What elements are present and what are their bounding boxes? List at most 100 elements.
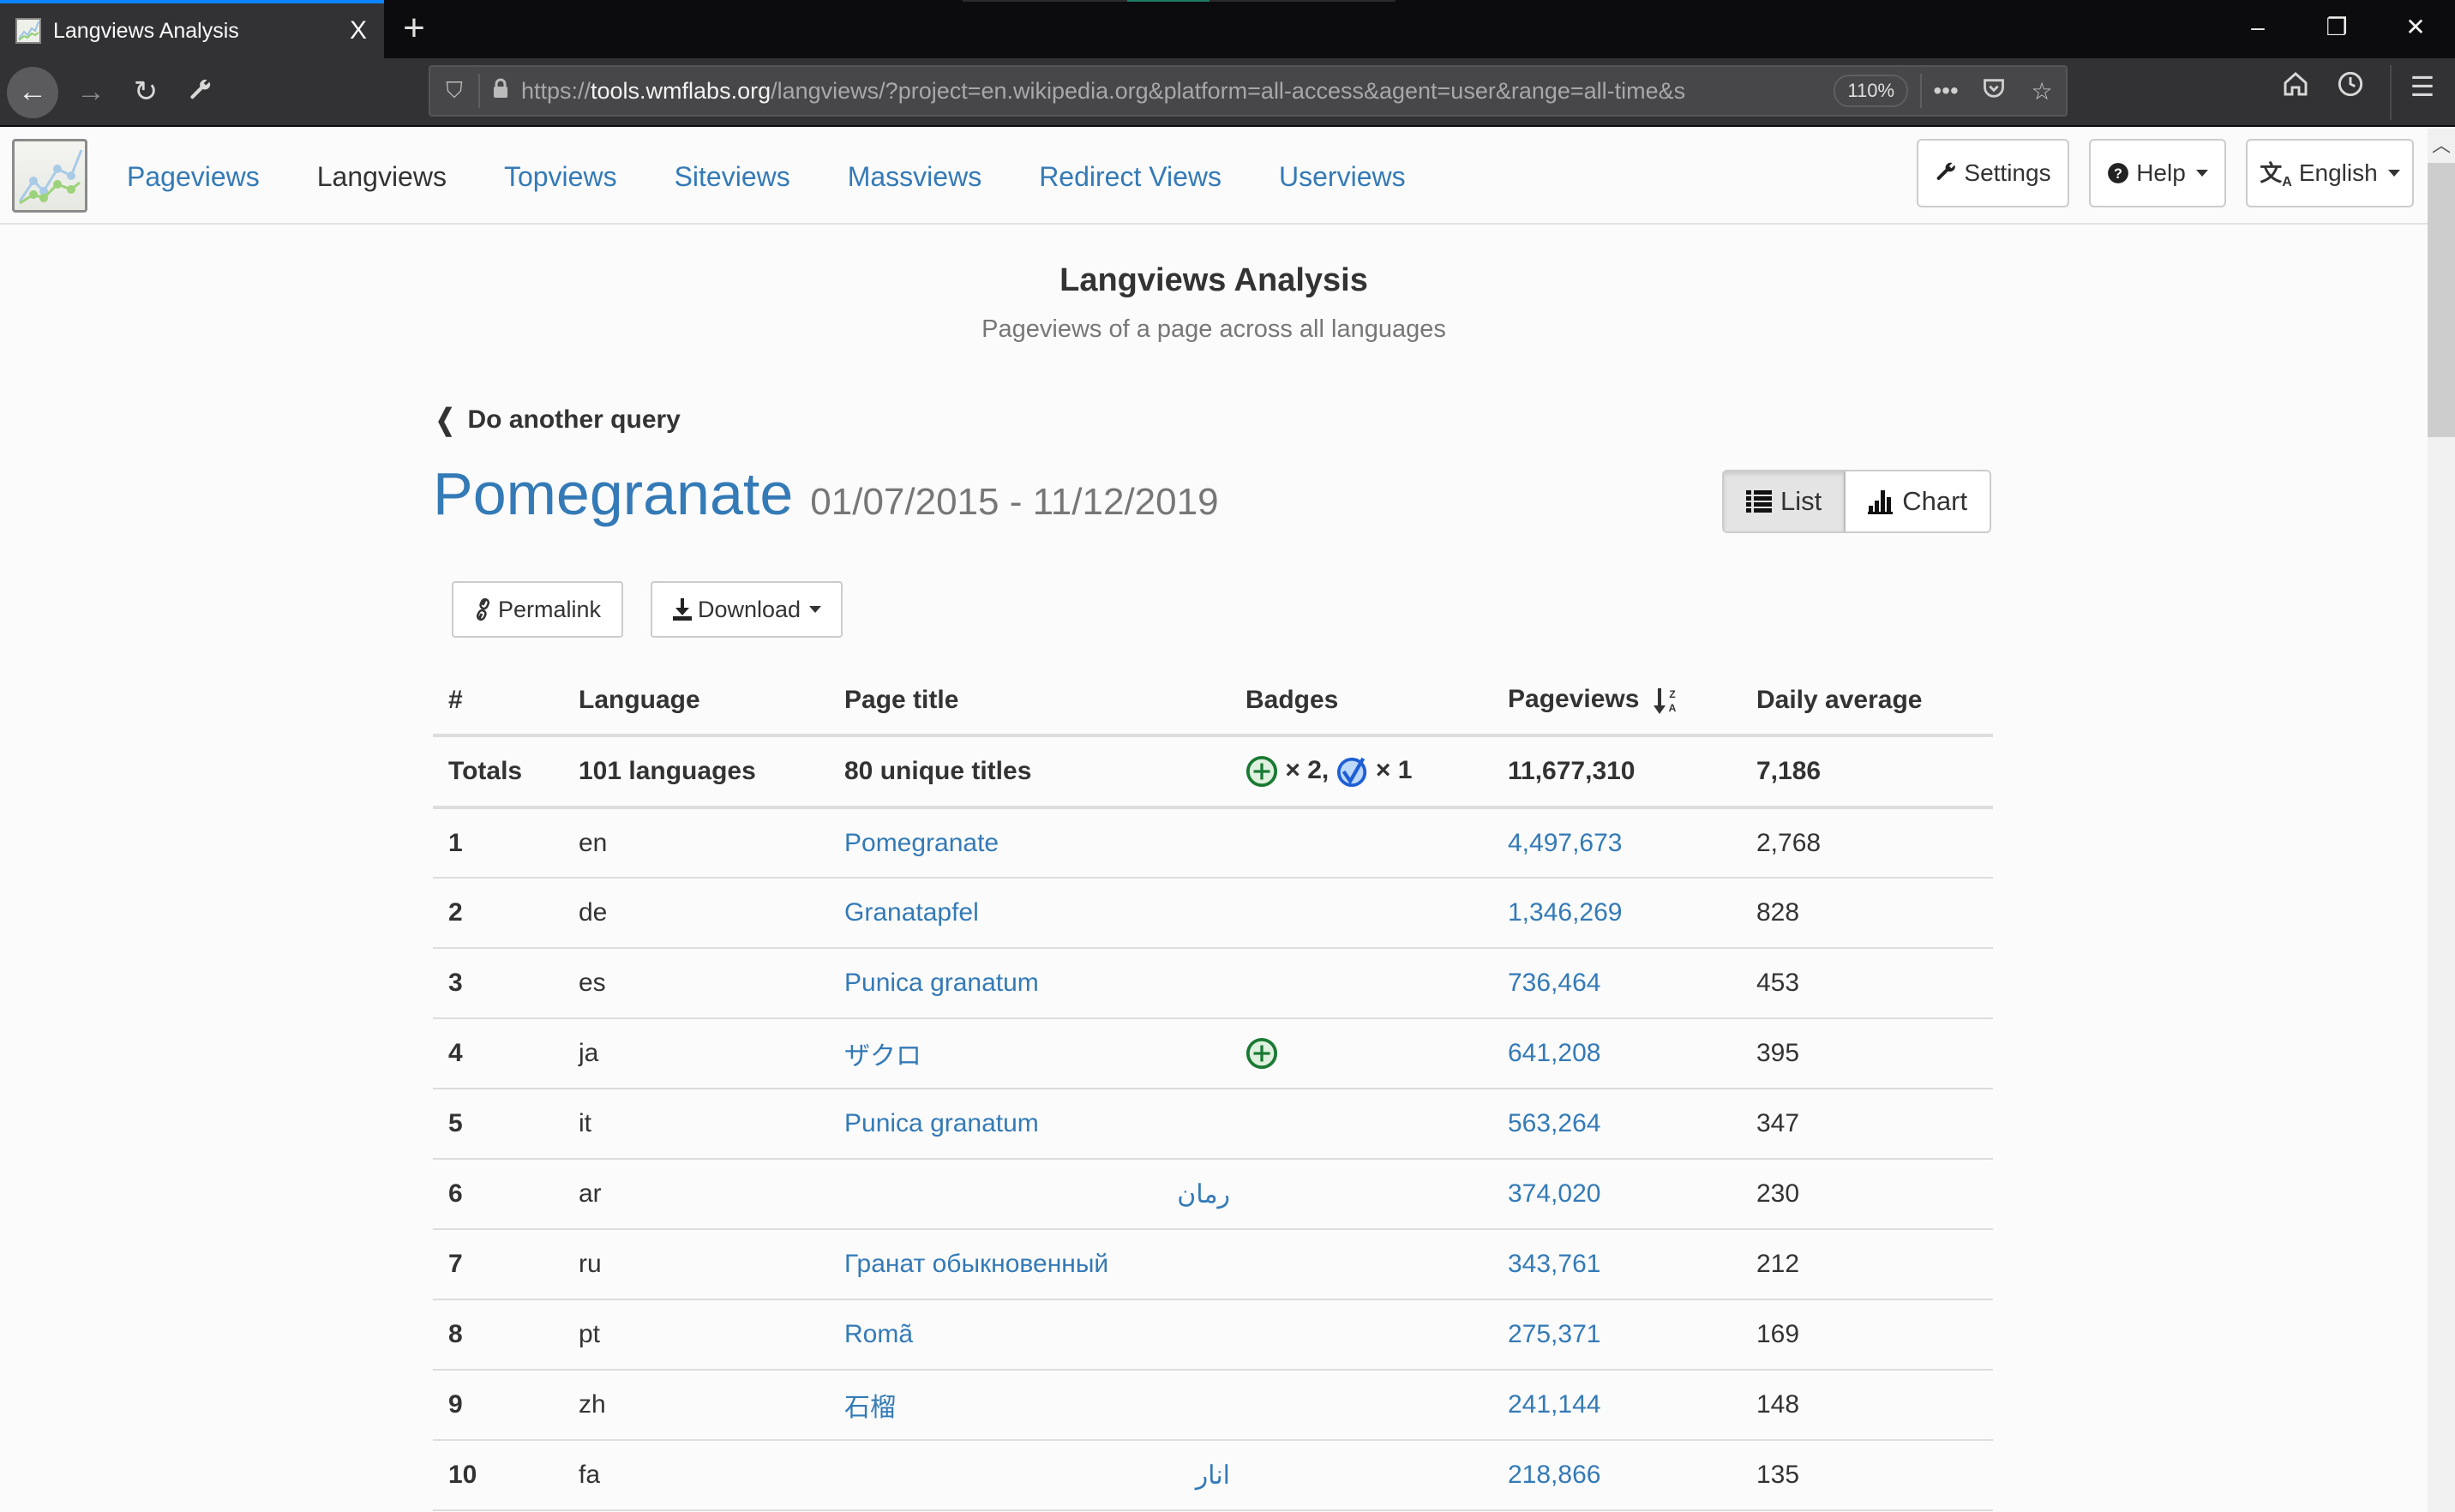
browser-tab-active[interactable]: Langviews Analysis X <box>0 0 384 58</box>
row-daily-average: 2,768 <box>1741 807 1993 879</box>
row-language: zh <box>563 1370 829 1441</box>
wrench-icon[interactable] <box>175 67 226 118</box>
bookmark-star-icon[interactable]: ☆ <box>2018 77 2066 105</box>
row-badges <box>1230 1440 1492 1511</box>
row-page-title-link[interactable]: Punica granatum <box>829 1089 1230 1160</box>
row-pageviews-link[interactable]: 241,144 <box>1492 1370 1741 1441</box>
tracking-protection-icon[interactable]: ⛉ <box>430 77 478 105</box>
good-article-badge-icon <box>1336 757 1366 788</box>
row-pageviews-link[interactable]: 736,464 <box>1492 948 1741 1019</box>
do-another-query-link[interactable]: ❮ Do another query <box>433 403 681 437</box>
nav-link-redirect-views[interactable]: Redirect Views <box>1039 161 1221 193</box>
row-pageviews-link[interactable]: 343,761 <box>1492 1229 1741 1300</box>
column-header-pageviews[interactable]: Pageviews ZA <box>1492 667 1741 737</box>
url-scheme: https:// <box>520 77 591 104</box>
row-badges <box>1230 1370 1492 1441</box>
back-button[interactable]: ← <box>7 67 58 118</box>
browser-toolbar: ← → ↻ ⛉ https://tools.wmflabs.org/langvi… <box>0 58 2455 127</box>
nav-link-siteviews[interactable]: Siteviews <box>675 161 790 193</box>
chart-view-button[interactable]: Chart <box>1846 471 1990 531</box>
hamburger-menu-icon[interactable]: ☰ <box>2397 70 2448 103</box>
list-icon <box>1746 490 1772 513</box>
help-dropdown[interactable]: ? Help <box>2089 139 2226 207</box>
close-window-icon[interactable]: ✕ <box>2376 0 2455 58</box>
row-language: ar <box>563 1159 829 1230</box>
settings-button[interactable]: Settings <box>1917 139 2069 207</box>
caret-down-icon <box>809 606 822 613</box>
lock-icon[interactable] <box>480 78 521 105</box>
language-dropdown[interactable]: 文A English <box>2246 139 2414 207</box>
tab-title: Langviews Analysis <box>53 18 239 43</box>
list-view-button[interactable]: List <box>1724 471 1846 531</box>
restore-window-icon[interactable]: ❐ <box>2297 0 2376 58</box>
column-header-language[interactable]: Language <box>563 667 829 737</box>
row-rank: 5 <box>433 1089 563 1160</box>
minimize-window-icon[interactable]: – <box>2218 0 2297 58</box>
nav-link-langviews[interactable]: Langviews <box>317 161 447 193</box>
row-rank: 3 <box>433 948 563 1019</box>
language-label: English <box>2298 159 2378 186</box>
row-badges <box>1230 948 1492 1019</box>
row-pageviews-link[interactable]: 4,497,673 <box>1492 807 1741 879</box>
url-bar[interactable]: ⛉ https://tools.wmflabs.org/langviews/?p… <box>429 65 2068 117</box>
browser-tab-bar: Langviews Analysis X + – ❐ ✕ <box>0 0 2455 58</box>
row-pageviews-link[interactable]: 563,264 <box>1492 1089 1741 1160</box>
reload-button[interactable]: ↻ <box>120 67 171 118</box>
row-page-title-link[interactable]: Romã <box>829 1299 1230 1371</box>
svg-text:A: A <box>1668 702 1676 714</box>
row-pageviews-link[interactable]: 275,371 <box>1492 1299 1741 1371</box>
page-name-link[interactable]: Pomegranate <box>433 459 793 528</box>
page-actions-icon[interactable]: ••• <box>1922 77 1970 105</box>
sort-desc-icon: ZA <box>1653 687 1676 714</box>
page-subheading: Pageviews of a page across all languages <box>981 315 1446 343</box>
row-daily-average: 453 <box>1741 948 1993 1019</box>
column-header-page-title[interactable]: Page title <box>829 667 1230 737</box>
download-dropdown[interactable]: Download <box>651 581 843 638</box>
row-page-title-link[interactable]: Гранат обыкновенный <box>829 1229 1230 1300</box>
close-tab-icon[interactable]: X <box>333 16 384 45</box>
url-text[interactable]: https://tools.wmflabs.org/langviews/?pro… <box>521 78 1823 105</box>
row-language: pt <box>563 1299 829 1371</box>
row-pageviews-link[interactable]: 641,208 <box>1492 1018 1741 1089</box>
scrollbar-thumb[interactable] <box>2428 163 2455 437</box>
row-pageviews-link[interactable]: 218,866 <box>1492 1440 1741 1511</box>
totals-daily-average: 7,186 <box>1741 735 1993 809</box>
column-header-badges[interactable]: Badges <box>1230 667 1492 737</box>
column-header-daily-average[interactable]: Daily average <box>1741 667 1993 737</box>
zoom-level-badge[interactable]: 110% <box>1834 75 1909 107</box>
history-icon[interactable] <box>2325 70 2376 105</box>
nav-link-massviews[interactable]: Massviews <box>848 161 981 193</box>
nav-link-userviews[interactable]: Userviews <box>1279 161 1406 193</box>
new-tab-button[interactable]: + <box>393 7 435 50</box>
pocket-icon[interactable] <box>1970 76 2018 106</box>
row-badges <box>1230 1299 1492 1371</box>
app-logo[interactable] <box>12 139 87 213</box>
table-row: 9 zh 石榴 241,144 148 <box>433 1370 1993 1441</box>
home-icon[interactable] <box>2270 70 2321 105</box>
row-page-title-link[interactable]: انار <box>829 1440 1230 1511</box>
row-page-title-link[interactable]: رمان <box>829 1159 1230 1230</box>
page-scrollbar[interactable]: ︿ <box>2428 129 2455 1512</box>
permalink-button[interactable]: Permalink <box>452 581 623 638</box>
result-heading: Pomegranate 01/07/2015 - 11/12/2019 <box>433 459 1219 528</box>
row-rank: 10 <box>433 1440 563 1511</box>
row-page-title-link[interactable]: 石榴 <box>829 1370 1230 1441</box>
row-page-title-link[interactable]: ザクロ <box>829 1018 1230 1089</box>
scroll-up-arrow-icon[interactable]: ︿ <box>2428 129 2455 163</box>
row-pageviews-link[interactable]: 1,346,269 <box>1492 878 1741 949</box>
row-page-title-link[interactable]: Granatapfel <box>829 878 1230 949</box>
row-page-title-link[interactable]: Pomegranate <box>829 807 1230 879</box>
good-badge-count: × 1 <box>1375 755 1413 784</box>
column-header-rank[interactable]: # <box>433 667 563 737</box>
nav-link-topviews[interactable]: Topviews <box>504 161 617 193</box>
row-page-title-link[interactable]: Punica granatum <box>829 948 1230 1019</box>
date-range: 01/07/2015 - 11/12/2019 <box>810 481 1219 523</box>
caret-down-icon <box>2195 170 2208 177</box>
toolbar-divider <box>2390 65 2392 120</box>
forward-button[interactable]: → <box>65 67 117 118</box>
row-language: ru <box>563 1229 829 1300</box>
nav-link-pageviews[interactable]: Pageviews <box>127 161 260 193</box>
row-pageviews-link[interactable]: 374,020 <box>1492 1159 1741 1230</box>
help-label: Help <box>2136 159 2186 186</box>
totals-titles: 80 unique titles <box>829 735 1230 809</box>
